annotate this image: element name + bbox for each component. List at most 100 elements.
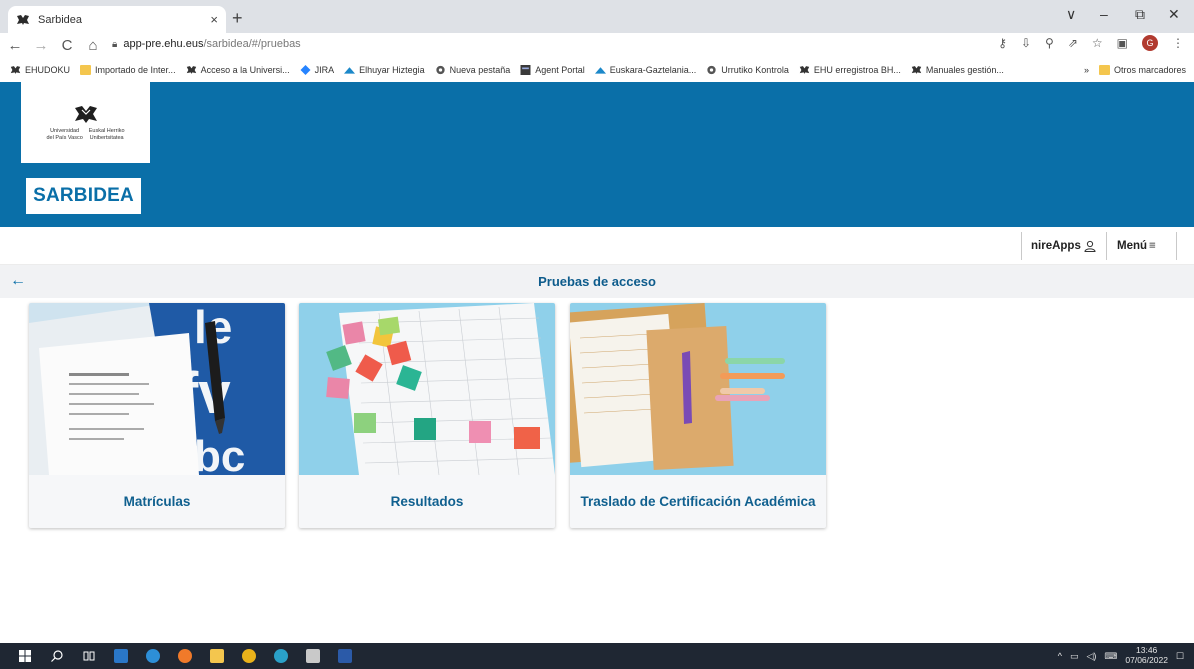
hamburger-icon: ≡	[1149, 240, 1156, 252]
network-icon[interactable]: ▭	[1070, 651, 1079, 662]
bookmark-item[interactable]: Nueva pestaña	[435, 65, 510, 75]
outlook-icon[interactable]	[114, 649, 128, 663]
reload-icon[interactable]: C	[56, 37, 78, 54]
home-icon[interactable]: ⌂	[82, 37, 104, 54]
bookmark-label: Euskara-Gaztelania...	[609, 64, 697, 75]
site-header: Universidad del País Vasco Euskal Herrik…	[0, 82, 1194, 227]
file-explorer-icon[interactable]	[210, 649, 224, 663]
kebab-menu-icon[interactable]: ⋮	[1172, 36, 1184, 50]
bookmarks-overflow-icon[interactable]: »	[1084, 65, 1089, 75]
folder-icon	[1098, 64, 1110, 75]
browser-tab[interactable]: Sarbidea ×	[8, 6, 226, 33]
card-label: Traslado de Certificación Académica	[580, 493, 816, 509]
app-icon[interactable]	[306, 649, 320, 663]
card-traslado-certificacion[interactable]: Traslado de Certificación Académica	[570, 303, 826, 528]
browser-toolbar: ← → C ⌂ 🔒︎ app-pre.ehu.eus/sarbidea/#/pr…	[0, 33, 1194, 57]
menu-button[interactable]: Menú ≡	[1117, 233, 1156, 259]
logo-text-eu: Euskal Herriko Unibertsitatea	[88, 128, 125, 141]
bookmark-item[interactable]: Acceso a la Universi...	[186, 65, 290, 75]
matriculas-image: le fv bc	[29, 303, 285, 475]
back-nav-icon[interactable]: ←	[4, 37, 26, 54]
resultados-image	[299, 303, 555, 475]
notifications-icon[interactable]: ☐	[1176, 651, 1184, 662]
tab-search-icon[interactable]: ∨	[1066, 6, 1076, 23]
page-titlebar: ← Pruebas de acceso	[0, 265, 1194, 298]
card-resultados[interactable]: Resultados	[299, 303, 555, 528]
word-icon[interactable]	[338, 649, 352, 663]
os-taskbar: ^ ▭ ◁) ⌨ 13:46 07/06/2022 ☐	[0, 643, 1194, 669]
url-host: app-pre.ehu.eus	[123, 38, 204, 50]
ehu-logo-icon	[74, 106, 97, 124]
bookmark-label: Elhuyar Hiztegia	[359, 64, 425, 75]
bookmark-item[interactable]: Urrutiko Kontrola	[706, 65, 789, 75]
other-bookmarks-label: Otros marcadores	[1113, 64, 1186, 75]
bookmark-item[interactable]: JIRA	[300, 64, 335, 75]
bookmark-item[interactable]: Elhuyar Hiztegia	[344, 65, 425, 75]
app-bar: nireApps Menú ≡	[0, 227, 1194, 265]
page-title: Pruebas de acceso	[538, 274, 656, 289]
profile-avatar[interactable]: G	[1142, 35, 1158, 51]
nireapps-label: nireApps	[1031, 240, 1081, 252]
app-brand-label: SARBIDEA	[33, 185, 134, 206]
volume-icon[interactable]: ◁)	[1086, 651, 1096, 662]
forward-nav-icon[interactable]: →	[30, 37, 52, 54]
ehu-icon	[10, 65, 21, 74]
bookmark-item[interactable]: Importado de Inter...	[80, 64, 176, 75]
user-icon	[1084, 240, 1096, 252]
bookmark-label: JIRA	[314, 64, 335, 75]
tray-chevron-icon[interactable]: ^	[1058, 651, 1062, 661]
bookmarks-bar: EHUDOKU Importado de Inter... Acceso a l…	[0, 57, 1194, 82]
bookmark-item[interactable]: Agent Portal	[520, 64, 585, 75]
bookmark-label: Manuales gestión...	[925, 64, 1004, 75]
clock[interactable]: 13:46 07/06/2022	[1125, 645, 1168, 666]
bookmark-item[interactable]: Manuales gestión...	[911, 65, 1004, 75]
share-icon[interactable]: ⇗	[1068, 36, 1078, 50]
browser-tabstrip: Sarbidea × + ∨ – ⧉ ✕	[0, 0, 1194, 33]
keyboard-icon[interactable]: ⌨	[1104, 651, 1117, 662]
bookmark-item[interactable]: EHUDOKU	[10, 65, 70, 75]
divider	[1176, 232, 1177, 260]
bookmark-label: Acceso a la Universi...	[200, 64, 290, 75]
zoom-icon[interactable]: ⚲	[1045, 36, 1054, 50]
password-key-icon[interactable]: ⚷	[998, 36, 1007, 50]
ehu-logo[interactable]: Universidad del País Vasco Euskal Herrik…	[21, 82, 150, 163]
elhuyar-icon	[344, 66, 356, 74]
jira-icon	[300, 64, 311, 75]
nireapps-button[interactable]: nireApps	[1031, 233, 1096, 259]
bookmark-star-icon[interactable]: ☆	[1092, 36, 1103, 50]
divider	[1106, 232, 1107, 260]
bookmark-item[interactable]: EHU erregistroa BH...	[799, 65, 901, 75]
new-tab-button[interactable]: +	[232, 8, 243, 29]
minimize-icon[interactable]: –	[1100, 6, 1108, 22]
tab-close-icon[interactable]: ×	[210, 12, 218, 27]
task-view-icon[interactable]	[82, 649, 96, 663]
restore-icon[interactable]: ⧉	[1135, 6, 1145, 23]
bookmark-item[interactable]: Euskara-Gaztelania...	[594, 64, 697, 75]
address-bar[interactable]: 🔒︎ app-pre.ehu.eus/sarbidea/#/pruebas	[112, 33, 301, 55]
globe-icon	[707, 65, 716, 74]
ehu-favicon-icon	[17, 14, 29, 25]
menu-label: Menú	[1117, 240, 1148, 252]
windows-start-icon[interactable]	[18, 649, 32, 663]
search-icon[interactable]	[50, 649, 64, 663]
agent-icon	[520, 64, 531, 75]
elhuyar-icon	[594, 66, 606, 74]
traslado-image	[570, 303, 826, 475]
folder-icon	[80, 64, 92, 75]
card-matriculas[interactable]: le fv bc Matrículas	[29, 303, 285, 528]
ehu-icon	[799, 65, 810, 74]
other-bookmarks[interactable]: Otros marcadores	[1098, 64, 1186, 75]
install-app-icon[interactable]: ⇩	[1021, 36, 1031, 50]
close-window-icon[interactable]: ✕	[1168, 6, 1180, 23]
bookmark-label: EHUDOKU	[25, 64, 71, 75]
url-path: /sarbidea/#/pruebas	[203, 38, 301, 50]
bookmark-label: Agent Portal	[535, 64, 585, 75]
svg-text:bc: bc	[194, 432, 245, 475]
chrome-icon[interactable]	[242, 649, 256, 663]
edge-icon[interactable]	[146, 649, 160, 663]
app-brand[interactable]: SARBIDEA	[26, 178, 141, 214]
bookmark-label: Urrutiko Kontrola	[721, 64, 789, 75]
firefox-icon[interactable]	[178, 649, 192, 663]
slack-icon[interactable]	[274, 649, 288, 663]
side-panel-icon[interactable]: ▣	[1117, 36, 1128, 50]
